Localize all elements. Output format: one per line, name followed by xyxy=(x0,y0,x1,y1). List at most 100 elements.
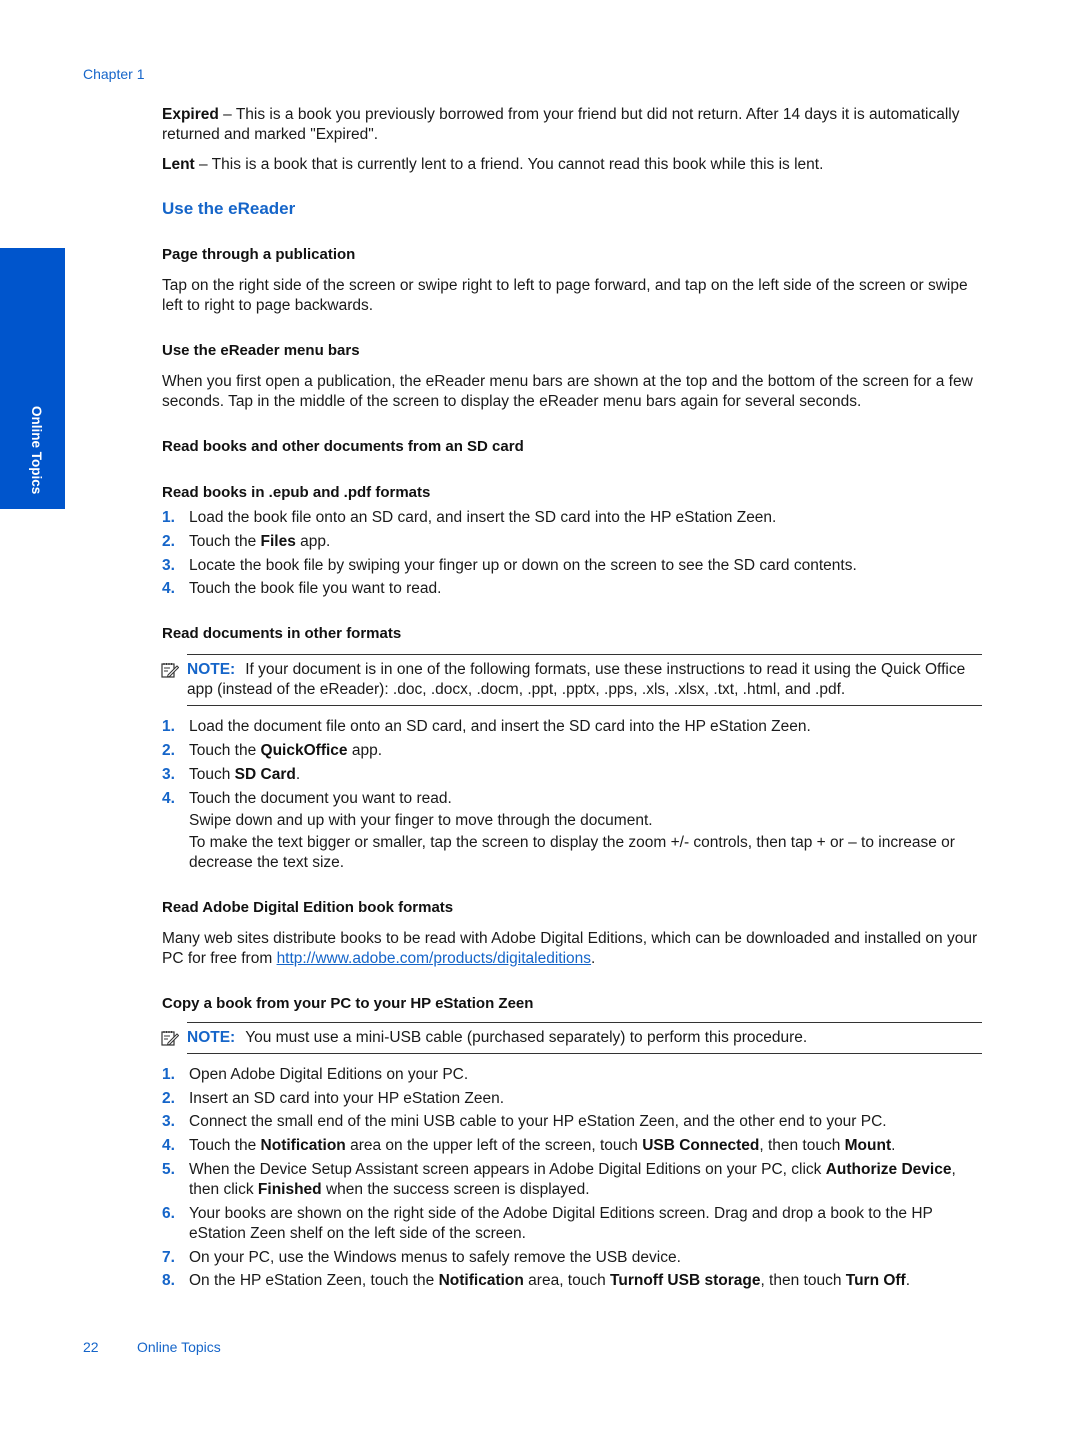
step-text: , then touch xyxy=(760,1272,846,1290)
step-text: app. xyxy=(347,742,383,760)
step-number: 7. xyxy=(162,1248,175,1266)
list-item: 6. Your books are shown on the right side… xyxy=(162,1204,982,1244)
step-text: Touch the xyxy=(189,742,261,760)
note-text: If your document is in one of the follow… xyxy=(187,661,966,699)
step-number: 6. xyxy=(162,1204,175,1222)
quickoffice-label: QuickOffice xyxy=(260,742,348,760)
step-text: Locate the book file by swiping your fin… xyxy=(189,556,857,574)
step-text: On your PC, use the Windows menus to saf… xyxy=(189,1248,681,1266)
page-through-text: Tap on the right side of the screen or s… xyxy=(162,277,968,314)
step-number: 1. xyxy=(162,718,175,736)
step-subtext: To make the text bigger or smaller, tap … xyxy=(189,833,955,871)
step-number: 1. xyxy=(162,1065,175,1083)
step-text: Touch the xyxy=(189,1137,261,1155)
footer-section-title: Online Topics xyxy=(137,1339,221,1355)
list-item: 1. Load the document file onto an SD card… xyxy=(162,717,982,737)
note-pencil-icon xyxy=(161,663,179,679)
step-bold-text: USB Connected xyxy=(642,1137,760,1155)
step-text: Load the document file onto an SD card, … xyxy=(189,718,811,736)
menu-bars-heading: Use the eReader menu bars xyxy=(162,342,360,359)
epub-pdf-section: Read books in .epub and .pdf formats 1. L… xyxy=(162,483,982,599)
page-through-heading: Page through a publication xyxy=(162,246,356,263)
adobe-text-post: . xyxy=(591,949,596,967)
lent-text: – This is a book that is currently lent … xyxy=(194,156,824,173)
step-number: 4. xyxy=(162,789,175,807)
step-bold-text: Mount xyxy=(844,1137,892,1155)
step-bold-text: Turnoff USB storage xyxy=(610,1272,761,1290)
list-item: 2. Touch the Files app. xyxy=(162,532,982,552)
step-text: When the Device Setup Assistant screen a… xyxy=(189,1160,826,1178)
step-text: , then touch xyxy=(759,1137,845,1155)
note-label: NOTE: xyxy=(187,661,236,679)
section-title: Use the eReader xyxy=(162,199,296,218)
step-text: app. xyxy=(295,532,331,550)
other-formats-steps: 1. Load the document file onto an SD card… xyxy=(162,717,982,872)
list-item: 3. Connect the small end of the mini USB … xyxy=(162,1112,982,1132)
list-item: 3. Touch SD Card. xyxy=(162,765,982,785)
list-item: 7. On your PC, use the Windows menus to s… xyxy=(162,1248,982,1268)
step-text: Touch the document you want to read. xyxy=(189,789,452,807)
step-text: Load the book file onto an SD card, and … xyxy=(189,509,777,526)
copy-book-steps: 1. Open Adobe Digital Editions on your PC… xyxy=(162,1065,982,1292)
copy-book-heading: Copy a book from your PC to your HP eSta… xyxy=(162,994,534,1012)
step-number: 3. xyxy=(162,556,175,574)
step-text: area on the upper left of the screen, to… xyxy=(345,1137,643,1155)
step-subtext: Swipe down and up with your finger to mo… xyxy=(189,811,653,829)
epub-pdf-heading: Read books in .epub and .pdf formats xyxy=(162,484,431,501)
note-text: You must use a mini-USB cable (purchased… xyxy=(245,1028,808,1046)
step-number: 1. xyxy=(162,509,175,526)
files-app-label: Files xyxy=(260,532,296,550)
sd-card-heading: Read books and other documents from an S… xyxy=(162,438,524,455)
step-text: Insert an SD card into your HP eStation … xyxy=(189,1089,505,1107)
other-formats-heading: Read documents in other formats xyxy=(162,625,402,643)
page-through-section: Page through a publication Tap on the ri… xyxy=(162,245,982,316)
list-item: 2. Touch the QuickOffice app. xyxy=(162,741,982,761)
note-pencil-icon xyxy=(161,1030,179,1046)
step-text: when the success screen is displayed. xyxy=(321,1180,590,1198)
note-box: NOTE: If your document is in one of the f… xyxy=(161,654,982,707)
menu-bars-section: Use the eReader menu bars When you first… xyxy=(162,341,982,412)
step-number: 4. xyxy=(162,580,175,598)
step-text: . xyxy=(905,1272,911,1290)
lent-definition: Lent – This is a book that is currently … xyxy=(162,155,982,175)
list-item: 5. When the Device Setup Assistant screen… xyxy=(162,1160,982,1200)
page-number: 22 xyxy=(83,1339,99,1355)
chapter-label: Chapter 1 xyxy=(83,66,145,82)
note-label: NOTE: xyxy=(187,1028,236,1046)
step-bold-text: Notification xyxy=(438,1272,524,1290)
step-text: Connect the small end of the mini USB ca… xyxy=(189,1113,887,1131)
expired-text: – This is a book you previously borrowed… xyxy=(162,106,960,143)
expired-definition: Expired – This is a book you previously … xyxy=(162,105,982,145)
step-text: area, touch xyxy=(523,1272,611,1290)
step-number: 2. xyxy=(162,1089,175,1107)
page-content: Expired – This is a book you previously … xyxy=(161,105,982,1316)
list-item: 1. Load the book file onto an SD card, an… xyxy=(162,508,982,528)
list-item: 4. Touch the book file you want to read. xyxy=(162,579,982,599)
step-number: 2. xyxy=(162,532,175,550)
side-tab-label: Online Topics xyxy=(29,406,44,495)
step-number: 3. xyxy=(162,765,175,783)
adobe-heading: Read Adobe Digital Edition book formats xyxy=(162,898,454,916)
adobe-text: Many web sites distribute books to be re… xyxy=(162,929,982,969)
lent-term: Lent xyxy=(162,156,195,173)
step-number: 5. xyxy=(162,1160,175,1178)
list-item: 4. Touch the Notification area on the upp… xyxy=(162,1136,982,1156)
step-text: Touch the xyxy=(189,532,261,550)
step-text: Touch the book file you want to read. xyxy=(189,580,442,598)
step-text: . xyxy=(891,1137,896,1155)
step-bold-text: Finished xyxy=(257,1180,322,1198)
menu-bars-text: When you first open a publication, the e… xyxy=(162,373,973,410)
step-text: Your books are shown on the right side o… xyxy=(189,1204,933,1242)
step-number: 2. xyxy=(162,742,175,760)
sd-card-label: SD Card xyxy=(234,765,296,783)
list-item: 3. Locate the book file by swiping your f… xyxy=(162,556,982,576)
step-bold-text: Notification xyxy=(260,1137,346,1155)
step-text: Open Adobe Digital Editions on your PC. xyxy=(189,1065,469,1083)
note-box: NOTE: You must use a mini-USB cable (purc… xyxy=(161,1021,982,1054)
step-number: 8. xyxy=(162,1272,175,1290)
adobe-link[interactable]: http://www.adobe.com/products/digitaledi… xyxy=(277,950,591,967)
step-text: Touch xyxy=(189,765,235,783)
epub-pdf-steps: 1. Load the book file onto an SD card, an… xyxy=(162,508,982,599)
side-tab-online-topics: Online Topics xyxy=(0,248,65,509)
copy-book-section: Copy a book from your PC to your HP eSta… xyxy=(161,994,982,1292)
